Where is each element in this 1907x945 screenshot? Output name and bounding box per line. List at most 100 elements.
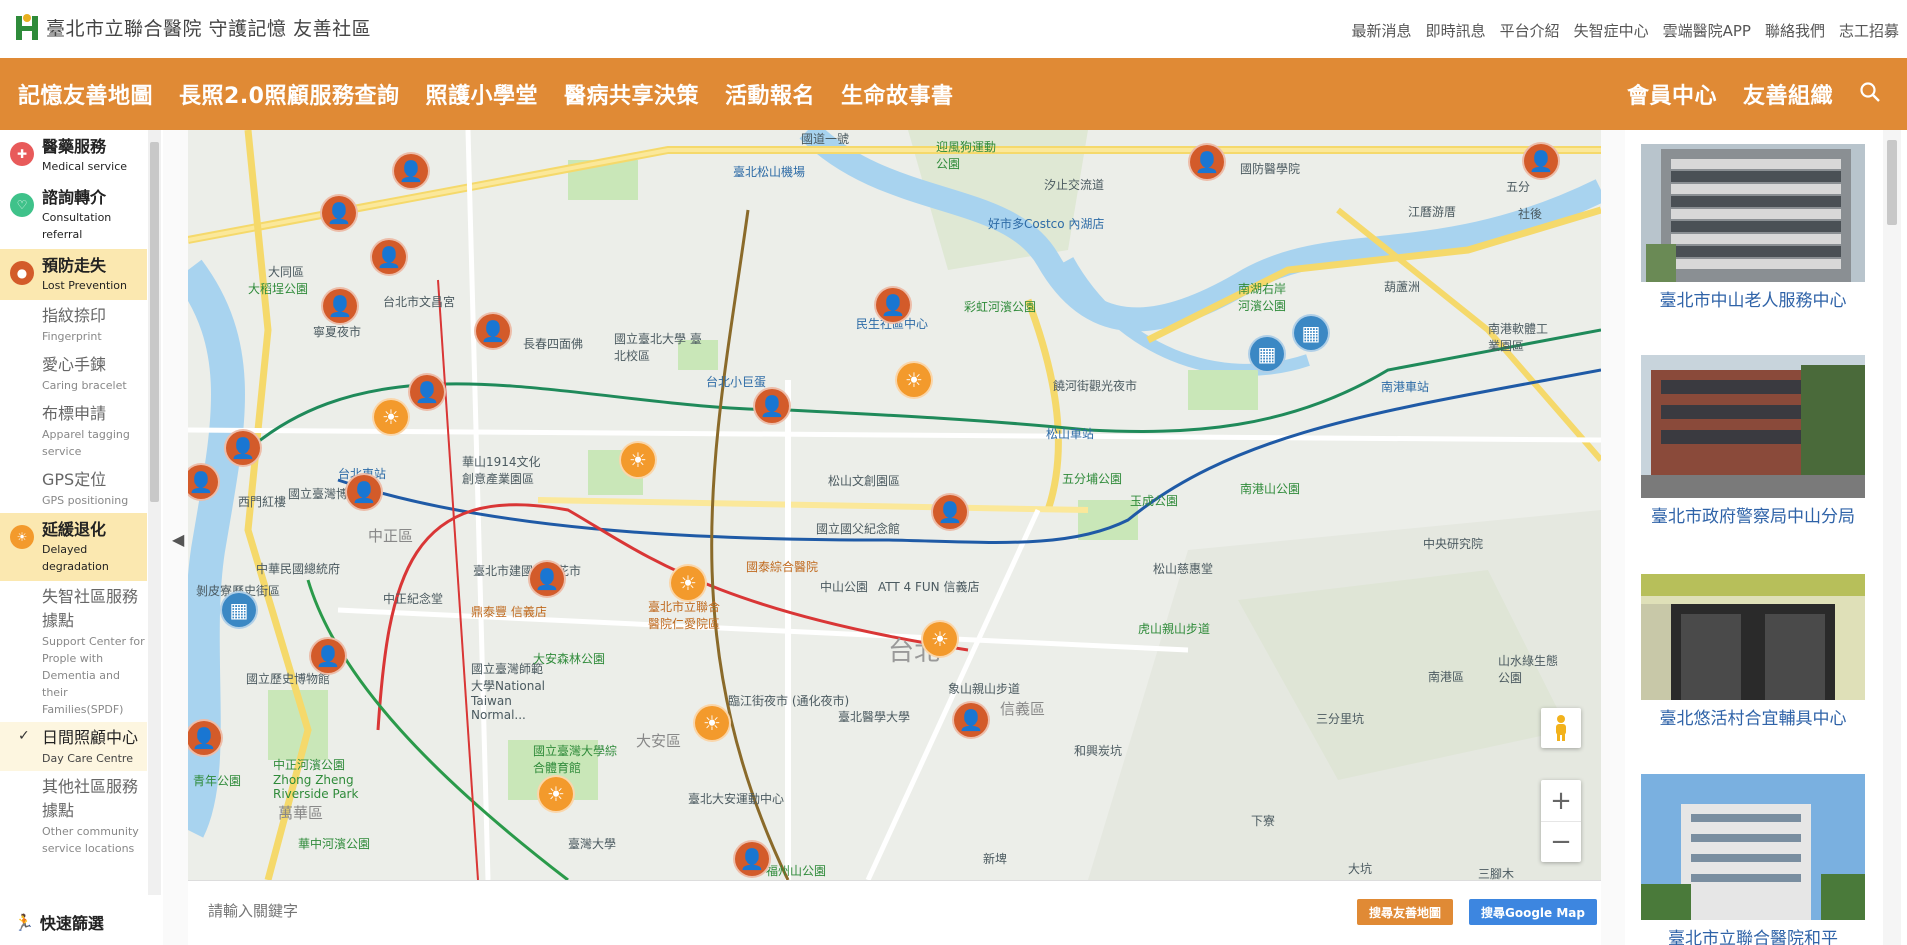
sub-label: 指紋捺印 — [42, 306, 107, 325]
panel-scrollbar[interactable] — [1883, 130, 1901, 945]
nav-longterm-care[interactable]: 長照2.0照顧服務查詢 — [179, 78, 399, 110]
search-icon[interactable] — [1859, 81, 1881, 107]
top-link-about[interactable]: 平台介紹 — [1500, 20, 1560, 41]
map-left-arrow-icon[interactable]: ◀ — [172, 530, 184, 549]
category-delayed-degradation[interactable]: ☀ 延緩退化 Delayed degradation — [0, 513, 147, 581]
nav-events[interactable]: 活動報名 — [725, 78, 815, 110]
zoom-in-button[interactable]: + — [1541, 780, 1581, 821]
location-title[interactable]: 臺北市中山老人服務中心 — [1641, 288, 1865, 314]
map-label: 華山1914文化創意產業園區 — [462, 455, 541, 486]
panel-scroll-thumb[interactable] — [1887, 140, 1897, 225]
nav-friendly-org[interactable]: 友善組織 — [1743, 78, 1833, 110]
sub-other-community[interactable]: 其他社區服務據點 Other community service location… — [0, 771, 147, 861]
right-gutter — [1601, 130, 1625, 945]
map-canvas[interactable]: 台北 國道一號 臺北松山機場 迎風狗運動公園 國防醫學院 五分 社後 江曆游厝 … — [188, 130, 1601, 880]
street-view-pegman-icon[interactable] — [1541, 708, 1581, 748]
sub-label-en: GPS positioning — [42, 494, 129, 507]
day-care-pin[interactable]: 👤 — [320, 194, 358, 232]
delayed-degradation-pin[interactable]: ☀ — [921, 620, 959, 658]
map-label: 三腳木 — [1478, 867, 1515, 880]
location-photo — [1641, 574, 1865, 700]
sidebar-scroll-thumb[interactable] — [150, 142, 159, 502]
sub-day-care[interactable]: ✓ 日間照顧中心 Day Care Centre — [0, 722, 147, 771]
day-care-pin[interactable]: 👤 — [952, 701, 990, 739]
map-label: 迎風狗運動公園 — [936, 140, 997, 171]
building-pin[interactable]: ▦ — [1292, 314, 1330, 352]
nav-memory-map[interactable]: 記憶友善地圖 — [18, 78, 153, 110]
day-care-pin[interactable]: 👤 — [370, 238, 408, 276]
top-link-app[interactable]: 雲端醫院APP — [1663, 20, 1751, 41]
site-logo[interactable]: 臺北市立聯合醫院 守護記憶 友善社區 — [14, 12, 371, 42]
sub-fingerprint[interactable]: 指紋捺印 Fingerprint — [0, 300, 147, 349]
location-card[interactable]: 臺北市立聯合醫院和平 — [1641, 774, 1865, 945]
map-label: 台北市文昌宮 — [383, 295, 456, 309]
day-care-pin[interactable]: 👤 — [408, 373, 446, 411]
search-google-map-button[interactable]: 搜尋Google Map — [1469, 899, 1597, 925]
day-care-pin[interactable]: 👤 — [1522, 142, 1560, 180]
day-care-pin[interactable]: 👤 — [321, 287, 359, 325]
building-pin[interactable]: ▦ — [220, 591, 258, 629]
location-title[interactable]: 臺北市政府警察局中山分局 — [1641, 504, 1865, 530]
category-medical[interactable]: ✚ 醫藥服務 Medical service — [0, 130, 147, 181]
sub-spdf[interactable]: 失智社區服務據點 Support Center for Prople with D… — [0, 581, 147, 722]
day-care-pin[interactable]: 👤 — [733, 840, 771, 878]
map-label: 鼎泰豐 信義店 — [471, 605, 547, 619]
day-care-pin[interactable]: 👤 — [1188, 143, 1226, 181]
delayed-degradation-pin[interactable]: ☀ — [537, 775, 575, 813]
nav-member-center[interactable]: 會員中心 — [1627, 78, 1717, 110]
map-label: 中山公園 — [820, 580, 869, 594]
location-card[interactable]: 臺北悠活村合宜輔具中心 — [1641, 574, 1865, 732]
location-title[interactable]: 臺北悠活村合宜輔具中心 — [1641, 706, 1865, 732]
location-title[interactable]: 臺北市立聯合醫院和平 — [1641, 926, 1865, 945]
location-photo — [1641, 355, 1865, 498]
search-friendly-map-button[interactable]: 搜尋友善地圖 — [1357, 899, 1454, 925]
quick-filter[interactable]: 🏃 快速篩選 — [14, 910, 104, 934]
location-photo — [1641, 774, 1865, 920]
map-label: 大同區 — [268, 265, 305, 279]
sidebar-scrollbar[interactable] — [148, 130, 161, 895]
nav-shared-decision[interactable]: 醫病共享決策 — [564, 78, 699, 110]
delayed-degradation-pin[interactable]: ☀ — [693, 704, 731, 742]
map-label: 大安區 — [636, 732, 682, 750]
delayed-degradation-pin[interactable]: ☀ — [372, 398, 410, 436]
top-link-news[interactable]: 最新消息 — [1352, 20, 1412, 41]
building-pin[interactable]: ▦ — [1248, 335, 1286, 373]
map-label: 山水綠生態公園 — [1498, 654, 1559, 685]
top-link-realtime[interactable]: 即時訊息 — [1426, 20, 1486, 41]
top-link-contact[interactable]: 聯絡我們 — [1765, 20, 1825, 41]
day-care-pin[interactable]: 👤 — [345, 473, 383, 511]
top-links: 最新消息 即時訊息 平台介紹 失智症中心 雲端醫院APP 聯絡我們 志工招募 — [1352, 20, 1899, 41]
location-card[interactable]: 臺北市政府警察局中山分局 — [1641, 355, 1865, 530]
sub-bracelet[interactable]: 愛心手鍊 Caring bracelet — [0, 349, 147, 398]
map-label: 大安森林公園 — [533, 652, 606, 666]
delayed-degradation-pin[interactable]: ☀ — [669, 564, 707, 602]
day-care-pin[interactable]: 👤 — [753, 387, 791, 425]
day-care-pin[interactable]: 👤 — [474, 312, 512, 350]
zoom-out-button[interactable]: − — [1541, 821, 1581, 862]
sub-label-en: Support Center for Prople with Dementia … — [42, 635, 145, 716]
map-label: ATT 4 FUN 信義店 — [878, 580, 980, 594]
running-icon: 🏃 — [14, 912, 34, 932]
day-care-pin[interactable]: 👤 — [931, 493, 969, 531]
location-card[interactable]: 臺北市中山老人服務中心 — [1641, 144, 1865, 314]
top-link-dementia-center[interactable]: 失智症中心 — [1574, 20, 1649, 41]
nav-life-story[interactable]: 生命故事書 — [841, 78, 954, 110]
delayed-degradation-pin[interactable]: ☀ — [619, 441, 657, 479]
map-label: 和興炭坑 — [1074, 744, 1123, 758]
sub-apparel-tag[interactable]: 布標申請 Apparel tagging service — [0, 398, 147, 464]
day-care-pin[interactable]: 👤 — [224, 429, 262, 467]
top-link-volunteer[interactable]: 志工招募 — [1839, 20, 1899, 41]
sub-gps[interactable]: GPS定位 GPS positioning — [0, 464, 147, 513]
map-label: 國道一號 — [801, 132, 850, 146]
category-lost-prevention[interactable]: ● 預防走失 Lost Prevention — [0, 249, 147, 300]
day-care-pin[interactable]: 👤 — [309, 637, 347, 675]
map-label: 臺北醫學大學 — [838, 710, 911, 724]
day-care-pin[interactable]: 👤 — [392, 152, 430, 190]
category-consultation[interactable]: ♡ 諮詢轉介 Consultation referral — [0, 181, 147, 249]
day-care-pin[interactable]: 👤 — [874, 286, 912, 324]
nav-care-school[interactable]: 照護小學堂 — [426, 78, 539, 110]
keyword-search-input[interactable] — [208, 897, 1108, 925]
day-care-pin[interactable]: 👤 — [528, 560, 566, 598]
delayed-degradation-pin[interactable]: ☀ — [895, 361, 933, 399]
map-label: 下寮 — [1251, 814, 1276, 828]
